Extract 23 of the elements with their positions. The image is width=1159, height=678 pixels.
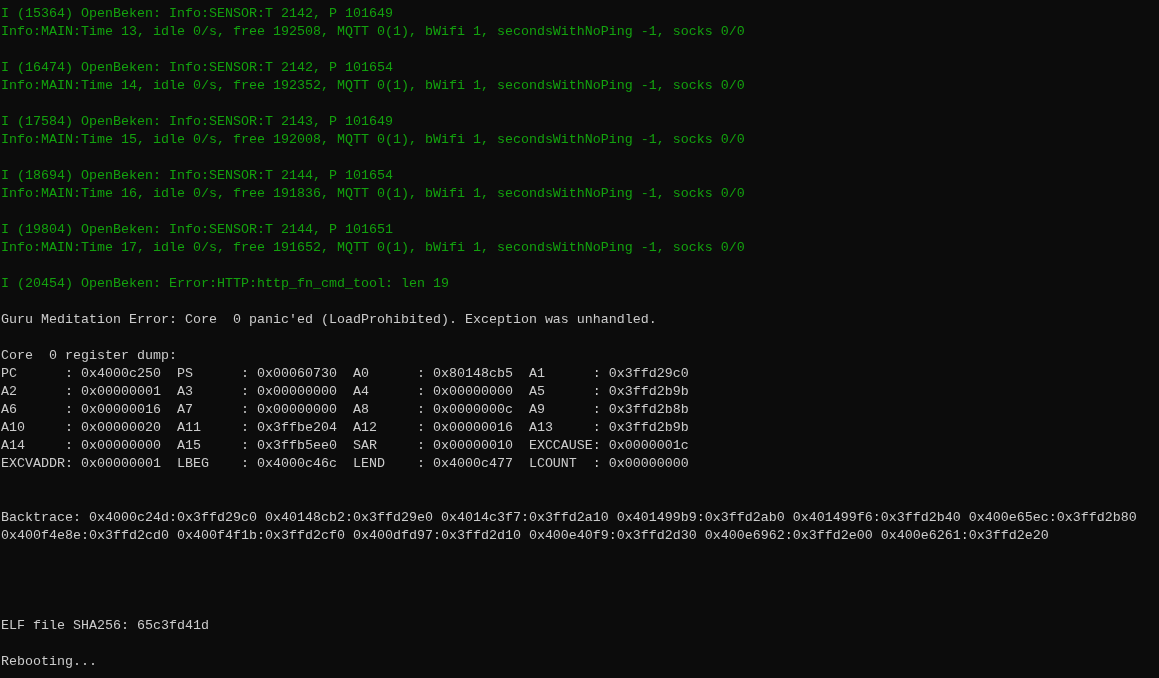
log-line: Info:MAIN:Time 14, idle 0/s, free 192352, MQTT 0(1), bWifi 1, secondsWithNoPing -1, socks 0/0: [1, 77, 745, 95]
log-line: Info:MAIN:Time 16, idle 0/s, free 191836, MQTT 0(1), bWifi 1, secondsWithNoPing -1, socks 0/0: [1, 185, 745, 203]
log-line: Info:MAIN:Time 13, idle 0/s, free 192508, MQTT 0(1), bWifi 1, secondsWithNoPing -1, socks 0/0: [1, 23, 745, 41]
console-line: ELF file SHA256: 65c3fd41d: [1, 617, 209, 635]
console-line: 0x400f4e8e:0x3ffd2cd0 0x400f4f1b:0x3ffd2cf0 0x400dfd97:0x3ffd2d10 0x400e40f9:0x3ffd2d30 0x400e6962:0x3ffd2e00 0x400e6261:0x3ffd2e20: [1, 527, 1049, 545]
console-line: PC : 0x4000c250 PS : 0x00060730 A0 : 0x80148cb5 A1 : 0x3ffd29c0: [1, 365, 689, 383]
log-line: I (20454) OpenBeken: Error:HTTP:http_fn_cmd_tool: len 19: [1, 275, 449, 293]
console-line: A10 : 0x00000020 A11 : 0x3ffbe204 A12 : 0x00000016 A13 : 0x3ffd2b9b: [1, 419, 689, 437]
log-line: Info:MAIN:Time 15, idle 0/s, free 192008, MQTT 0(1), bWifi 1, secondsWithNoPing -1, socks 0/0: [1, 131, 745, 149]
log-line: I (19804) OpenBeken: Info:SENSOR:T 2144, P 101651: [1, 221, 393, 239]
log-line: I (15364) OpenBeken: Info:SENSOR:T 2142, P 101649: [1, 5, 393, 23]
log-line: I (18694) OpenBeken: Info:SENSOR:T 2144, P 101654: [1, 167, 393, 185]
console-line: Backtrace: 0x4000c24d:0x3ffd29c0 0x40148cb2:0x3ffd29e0 0x4014c3f7:0x3ffd2a10 0x401499b9:0x3ffd2ab0 0x401499f6:0x3ffd2b40 0x400e65ec:0x3ffd2b80: [1, 509, 1137, 527]
console-line: A6 : 0x00000016 A7 : 0x00000000 A8 : 0x0000000c A9 : 0x3ffd2b8b: [1, 401, 689, 419]
console-line: Guru Meditation Error: Core 0 panic'ed (LoadProhibited). Exception was unhandled.: [1, 311, 657, 329]
console-line: Rebooting...: [1, 653, 97, 671]
log-line: Info:MAIN:Time 17, idle 0/s, free 191652, MQTT 0(1), bWifi 1, secondsWithNoPing -1, socks 0/0: [1, 239, 745, 257]
log-line: I (16474) OpenBeken: Info:SENSOR:T 2142, P 101654: [1, 59, 393, 77]
console-line: A2 : 0x00000001 A3 : 0x00000000 A4 : 0x00000000 A5 : 0x3ffd2b9b: [1, 383, 689, 401]
log-line: I (17584) OpenBeken: Info:SENSOR:T 2143, P 101649: [1, 113, 393, 131]
console-line: Core 0 register dump:: [1, 347, 177, 365]
console-line: A14 : 0x00000000 A15 : 0x3ffb5ee0 SAR : 0x00000010 EXCCAUSE: 0x0000001c: [1, 437, 689, 455]
console-line: EXCVADDR: 0x00000001 LBEG : 0x4000c46c LEND : 0x4000c477 LCOUNT : 0x00000000: [1, 455, 689, 473]
